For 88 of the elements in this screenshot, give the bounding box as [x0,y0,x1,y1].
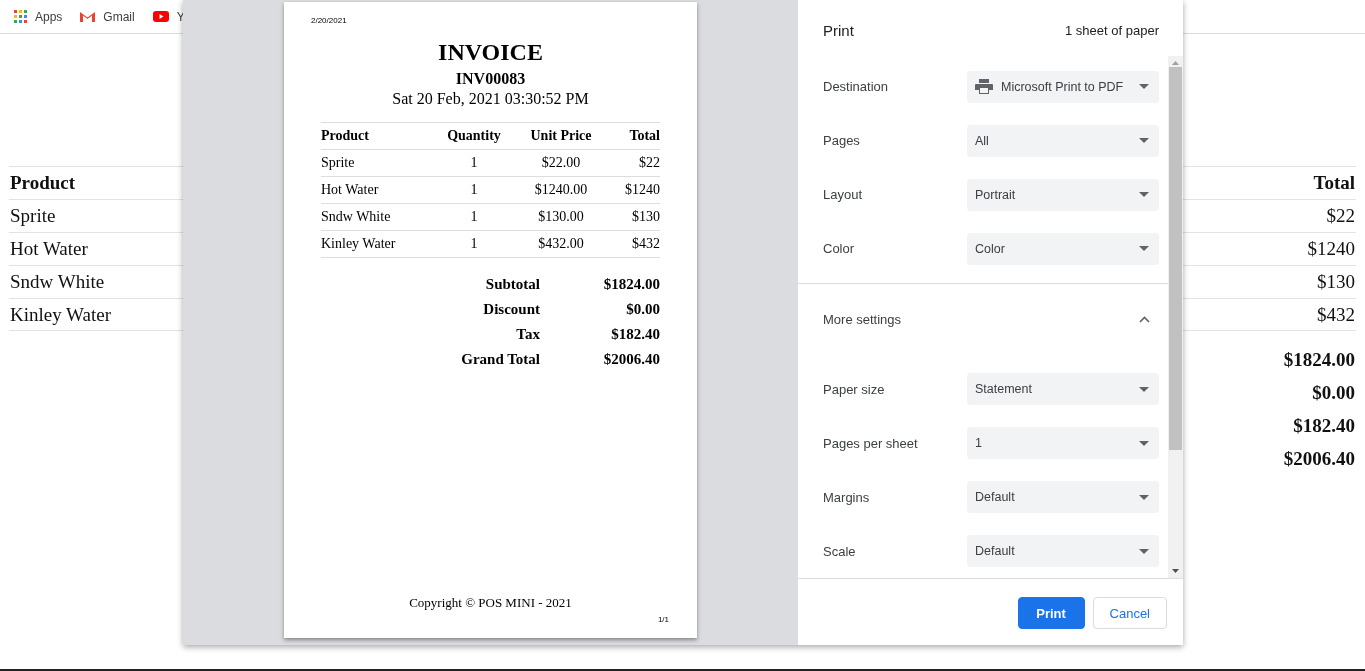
caret-icon [1139,192,1149,198]
print-date: 2/20/2021 [311,16,347,25]
scroll-down-icon[interactable] [1172,569,1179,573]
table-cell: $1240 [1307,238,1355,260]
setting-dropdown[interactable]: Statement [967,373,1159,406]
copyright-text: Copyright © POS MINI - 2021 [409,595,572,611]
caret-icon [1139,440,1149,446]
scrollbar[interactable] [1168,56,1183,578]
setting-dropdown[interactable]: Default [967,481,1159,514]
bookmark-link[interactable]: Apps [14,9,63,24]
table-cell-text: $130 [631,209,660,225]
table-cell: $130 [1317,271,1355,293]
setting-label: Destination [823,79,889,95]
setting-dropdown[interactable]: All [967,124,1159,157]
column-header: Product [321,128,370,144]
caret-icon [1139,386,1149,392]
invoice-title: INVOICE [438,39,543,66]
table-cell-text: $1240.00 [533,182,589,198]
summary-value: $2006.40 [602,351,660,368]
caret-icon [1139,84,1149,90]
summary-value: $0.00 [625,301,660,318]
apps-grid-icon [14,10,27,23]
caret-icon [1139,138,1149,144]
summary-value: $1824.00 [1283,349,1355,371]
setting-label: Pages [823,133,860,149]
summary-label: Discount [482,301,540,318]
scrollbar-thumb[interactable] [1169,67,1182,450]
chevron-icon [1139,316,1150,323]
setting-label: Pages per sheet [823,435,918,451]
caret-icon [1139,246,1149,252]
setting-dropdown[interactable]: Microsoft Print to PDF [967,70,1159,103]
table-cell-text: $130.00 [537,209,585,225]
caret-icon [1139,548,1149,554]
summary-label: Tax [515,326,540,343]
table-cell: Sprite [10,205,56,227]
summary-value: $182.40 [610,326,660,343]
setting-dropdown[interactable]: 1 [967,427,1159,460]
invoice-number: INV00083 [455,70,526,88]
summary-value: $2006.40 [1283,448,1355,470]
bookmark-link[interactable]: Gmail [80,9,135,24]
table-cell-text: Sprite [321,155,356,171]
column-header: Product [10,172,76,194]
table-cell-text: $22.00 [540,155,582,171]
dialog-title: Print [823,21,854,39]
table-cell-text: $432.00 [537,236,585,252]
table-cell-text: 1 [469,155,479,171]
setting-dropdown[interactable]: Color [967,232,1159,265]
table-cell-text: Hot Water [321,182,380,198]
column-header: Quantity [446,128,502,144]
column-header: Unit Price [529,128,593,144]
table-cell-text: $432 [631,236,660,252]
table-cell: Kinley Water [10,303,111,326]
mail-icon [80,11,96,22]
table-cell-text: $1240 [624,182,660,198]
page-number: 1/1 [657,615,669,624]
column-header: Total [628,128,660,144]
setting-label: Color [823,241,855,257]
setting-dropdown[interactable]: Default [967,535,1159,568]
summary-value: $0.00 [1312,382,1355,404]
table-cell-text: Kinley Water [321,236,397,252]
setting-label: Margins [823,489,870,505]
more-settings-toggle[interactable]: More settings [798,283,1168,356]
summary-label: Subtotal [484,276,540,293]
invoice-date: Sat 20 Feb, 2021 03:30:52 PM [392,90,589,108]
table-cell-text: 1 [469,182,479,198]
table-cell: Sndw White [10,271,105,293]
printer-icon [975,79,993,95]
summary-label: Grand Total [460,351,540,368]
table-cell-text: Sndw White [321,209,392,225]
sheet-count: 1 sheet of paper [1065,22,1159,38]
table-cell-text: $22 [638,155,660,171]
setting-dropdown[interactable]: Portrait [967,178,1159,211]
scroll-up-icon[interactable] [1172,61,1179,65]
print-button[interactable]: Print [1017,597,1085,629]
summary-value: $182.40 [1293,415,1355,437]
table-cell-text: 1 [469,209,479,225]
play-icon [152,11,169,22]
summary-value: $1824.00 [602,276,660,293]
caret-icon [1139,494,1149,500]
setting-label: Paper size [823,381,885,397]
table-cell: $432 [1317,303,1355,326]
table-cell: Hot Water [10,238,88,260]
setting-label: Layout [823,187,863,203]
table-cell: $22 [1326,205,1355,227]
column-header: Total [1313,172,1355,194]
setting-label: Scale [823,543,856,559]
table-cell-text: 1 [469,236,479,252]
cancel-button[interactable]: Cancel [1092,597,1167,629]
